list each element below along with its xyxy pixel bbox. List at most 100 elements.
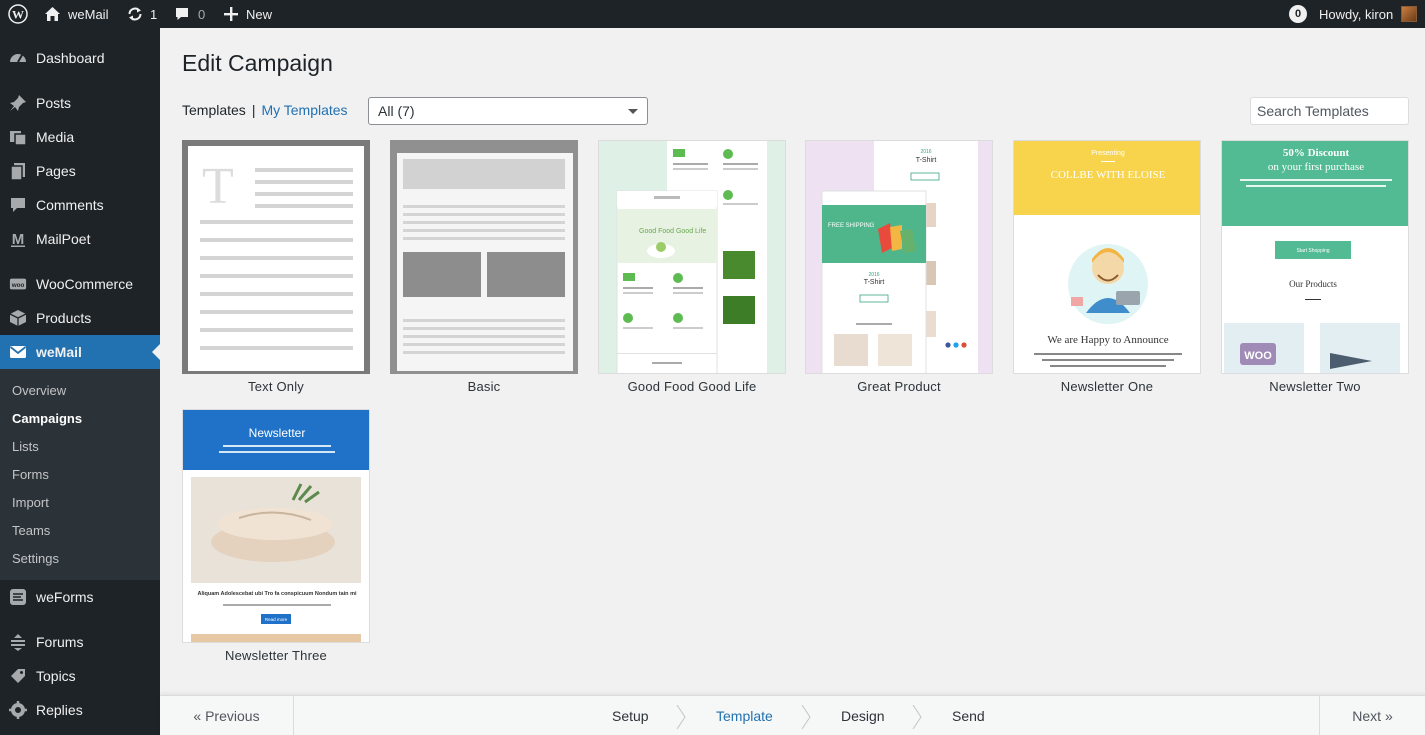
greeting: Howdy, kiron xyxy=(1319,6,1394,22)
template-name: Newsletter Three xyxy=(225,648,327,663)
home-icon xyxy=(44,6,61,22)
category-filter-select[interactable]: All (7) xyxy=(368,97,648,125)
step-divider-icon xyxy=(912,705,922,729)
sidebar-item-pages[interactable]: Pages xyxy=(0,154,160,188)
sidebar-item-dashboard[interactable]: Dashboard xyxy=(0,41,160,75)
sidebar-item-label: Pages xyxy=(36,163,76,179)
thumb-n1-presenting: Presenting xyxy=(1091,150,1125,157)
forums-icon xyxy=(9,633,27,651)
notification-badge: 0 xyxy=(1289,5,1307,23)
template-card-newsletter-three[interactable]: Newsletter Aliquam Adolescebat ubi Tro f… xyxy=(182,409,370,663)
thumb-gp-free: FREE SHIPPING xyxy=(828,223,875,229)
thumb-n2-purchase: on your first purchase xyxy=(1268,161,1364,173)
sidebar-item-woocommerce[interactable]: woo WooCommerce xyxy=(0,267,160,301)
sidebar-item-label: WooCommerce xyxy=(36,276,133,292)
template-card-basic[interactable]: Basic xyxy=(390,140,578,394)
notifications-link[interactable]: 0 xyxy=(1289,0,1307,28)
updates-count: 1 xyxy=(150,6,158,22)
sidebar-item-replies[interactable]: Replies xyxy=(0,693,160,727)
template-thumbnail[interactable]: T xyxy=(182,140,370,374)
step-design[interactable]: Design xyxy=(841,696,885,735)
new-content-link[interactable]: New xyxy=(224,0,272,28)
thumb-gp-year-back: 2016 xyxy=(920,149,931,155)
page-title: Edit Campaign xyxy=(182,50,333,76)
sidebar-item-label: Topics xyxy=(36,668,76,684)
sidebar-item-media[interactable]: Media xyxy=(0,120,160,154)
template-thumbnail[interactable]: Good Food Good Life xyxy=(598,140,786,374)
sidebar-item-weforms[interactable]: weForms xyxy=(0,580,160,614)
template-thumbnail[interactable]: 50% Discount on your first purchase Star… xyxy=(1221,140,1409,374)
step-setup[interactable]: Setup xyxy=(612,696,649,735)
plus-icon xyxy=(224,7,238,21)
media-icon xyxy=(9,128,27,146)
submenu-lists[interactable]: Lists xyxy=(12,439,39,454)
sidebar-item-label: Forums xyxy=(36,634,84,650)
sidebar-item-topics[interactable]: Topics xyxy=(0,659,160,693)
template-thumbnail[interactable]: Presenting COLLBE WITH ELOISE We are Hap… xyxy=(1013,140,1201,374)
thumb-n2-shop: Start Shopping xyxy=(1296,248,1329,254)
sidebar-item-forums[interactable]: Forums xyxy=(0,625,160,659)
sidebar-item-label: Products xyxy=(36,310,92,326)
updates-link[interactable]: 1 xyxy=(126,0,157,28)
sidebar-item-wemail[interactable]: weMail xyxy=(0,335,160,369)
sidebar-item-label: Posts xyxy=(36,95,72,111)
template-card-text-only[interactable]: T Text Only xyxy=(182,140,370,394)
sidebar-item-label: Media xyxy=(36,129,75,145)
step-send[interactable]: Send xyxy=(952,696,985,735)
sidebar-item-posts[interactable]: Posts xyxy=(0,86,160,120)
submenu-campaigns[interactable]: Campaigns xyxy=(12,411,82,426)
topics-icon xyxy=(9,667,27,685)
template-card-newsletter-one[interactable]: Presenting COLLBE WITH ELOISE We are Hap… xyxy=(1013,140,1201,394)
template-thumbnail[interactable]: Newsletter Aliquam Adolescebat ubi Tro f… xyxy=(182,409,370,643)
template-card-good-food[interactable]: Good Food Good Life Good Food Good Life xyxy=(598,140,786,394)
admin-sidebar: Dashboard Posts Media Pages Comments M M… xyxy=(0,28,160,735)
refresh-icon xyxy=(126,5,144,23)
sidebar-item-mailpoet[interactable]: M MailPoet xyxy=(0,222,160,256)
tab-templates[interactable]: Templates xyxy=(182,102,246,118)
site-home-link[interactable]: weMail xyxy=(44,0,108,28)
template-thumbnail[interactable]: 2016 T-Shirt FREE SHIPPING 2016 T-Shirt xyxy=(805,140,993,374)
admin-bar: W weMail 1 0 New 0 Howdy, kiron xyxy=(0,0,1425,28)
svg-text:M: M xyxy=(12,231,25,248)
pages-icon xyxy=(9,162,27,180)
thumb-n1-announce: We are Happy to Announce xyxy=(1047,334,1168,346)
submenu-overview[interactable]: Overview xyxy=(12,383,66,398)
comments-link[interactable]: 0 xyxy=(174,0,205,28)
submenu-teams[interactable]: Teams xyxy=(12,523,50,538)
thumb-text-t: T xyxy=(202,158,234,215)
account-menu[interactable]: Howdy, kiron xyxy=(1319,0,1418,28)
submenu-forms[interactable]: Forms xyxy=(12,467,49,482)
wordpress-logo-icon[interactable]: W xyxy=(8,0,28,28)
sidebar-item-label: Dashboard xyxy=(36,50,105,66)
template-name: Basic xyxy=(467,379,501,394)
comment-bubble-icon xyxy=(174,6,190,22)
new-label: New xyxy=(246,6,273,22)
step-divider-icon xyxy=(801,705,811,729)
previous-button[interactable]: « Previous xyxy=(160,696,294,735)
template-name: Newsletter One xyxy=(1060,379,1154,394)
svg-text:W: W xyxy=(12,8,24,22)
template-card-great-product[interactable]: 2016 T-Shirt FREE SHIPPING 2016 T-Shirt … xyxy=(805,140,993,394)
step-divider-icon xyxy=(676,705,686,729)
campaign-wizard-bar: « Previous Setup Template Design Send Ne… xyxy=(160,695,1425,735)
next-button[interactable]: Next » xyxy=(1319,696,1425,735)
step-template[interactable]: Template xyxy=(716,696,773,735)
comment-icon xyxy=(9,196,27,214)
filter-selected-value: All (7) xyxy=(378,103,415,119)
search-templates-input[interactable] xyxy=(1250,97,1409,125)
submenu-settings[interactable]: Settings xyxy=(12,551,59,566)
thumb-gp-shirt-front: T-Shirt xyxy=(864,279,885,286)
submenu-import[interactable]: Import xyxy=(12,495,49,510)
template-name: Good Food Good Life xyxy=(627,379,757,394)
template-card-newsletter-two[interactable]: 50% Discount on your first purchase Star… xyxy=(1221,140,1409,394)
template-tabs: Templates | My Templates xyxy=(182,102,348,118)
tab-my-templates[interactable]: My Templates xyxy=(261,102,347,118)
thumb-n2-woo: WOO xyxy=(1244,350,1272,362)
sidebar-item-comments[interactable]: Comments xyxy=(0,188,160,222)
template-thumbnail[interactable] xyxy=(390,140,578,374)
sidebar-item-products[interactable]: Products xyxy=(0,301,160,335)
thumb-n3-title: Newsletter xyxy=(249,426,306,440)
wemail-submenu: Overview Campaigns Lists Forms Import Te… xyxy=(0,369,160,580)
weforms-icon xyxy=(9,588,27,606)
woo-icon: woo xyxy=(9,275,27,293)
